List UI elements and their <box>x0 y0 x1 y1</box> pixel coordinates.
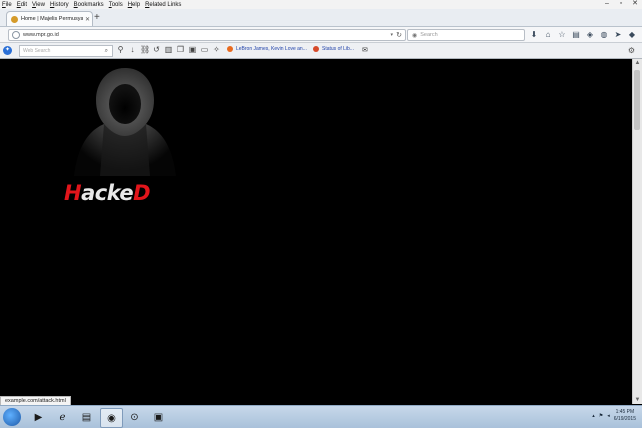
hooded-hacker-image <box>74 68 176 176</box>
reload-icon[interactable]: ↻ <box>396 31 402 39</box>
home-icon[interactable]: ⌂ <box>544 30 552 39</box>
clipboard-icon[interactable]: ▤ <box>572 30 580 39</box>
menu-edit[interactable]: Edit <box>15 2 30 8</box>
arrow-down-icon[interactable]: ↓ <box>128 45 137 55</box>
tab-title: Home | Majelis Permusyaw... <box>21 16 83 22</box>
clock-date: 6/19/2015 <box>613 416 636 422</box>
link-icon[interactable]: ⛓ <box>140 45 150 55</box>
translate-icon[interactable]: ⚲ <box>116 45 125 55</box>
scroll-thumb[interactable] <box>634 70 640 130</box>
window-controls: – ▫ ✕ <box>602 0 640 8</box>
scroll-up-icon[interactable]: ▲ <box>633 60 642 66</box>
vertical-scrollbar[interactable]: ▲ ▼ <box>632 59 642 404</box>
site-favicon-icon <box>11 15 18 23</box>
bookmark-item-status[interactable]: Status of Lib... <box>313 46 354 52</box>
tab-home[interactable]: Home | Majelis Permusyaw... ✕ <box>6 11 93 26</box>
chat-icon[interactable]: ◍ <box>600 30 608 39</box>
minimize-icon[interactable]: – <box>602 0 612 8</box>
volume-icon[interactable]: ◂ <box>607 413 610 419</box>
hacked-logo-text: HackeD <box>64 181 151 205</box>
media-player-icon[interactable]: ▶ <box>28 408 49 426</box>
menu-view[interactable]: View <box>30 2 48 8</box>
send-icon[interactable]: ➤ <box>614 30 622 39</box>
toolbar-logo-icon[interactable]: ✦ <box>3 46 12 55</box>
menu-bar: File Edit View History Bookmarks Tools H… <box>0 0 642 9</box>
bookmark-item-lebron[interactable]: LeBron James, Kevin Love an... <box>227 46 307 52</box>
gear-icon[interactable]: ⚙ <box>628 46 635 55</box>
globe-icon <box>12 31 20 39</box>
close-tab-icon[interactable]: ✕ <box>85 16 90 23</box>
search-placeholder: Search <box>420 32 438 38</box>
document-icon[interactable]: ▥ <box>164 45 173 55</box>
address-bar[interactable]: www.mpr.go.id ▾ ↻ <box>8 29 406 41</box>
bookmark-star-icon[interactable]: ☆ <box>558 30 566 39</box>
tray-arrow-icon[interactable]: ▴ <box>592 413 595 419</box>
menu-tools[interactable]: Tools <box>107 2 126 8</box>
menu-help[interactable]: Help <box>126 2 143 8</box>
search-icon[interactable]: ⌕ <box>105 48 108 55</box>
tab-strip: Home | Majelis Permusyaw... ✕ + <box>0 9 642 27</box>
search-engine-icon[interactable]: ◉ <box>412 32 417 39</box>
share-icon[interactable]: ✧ <box>212 45 221 55</box>
web-search-input[interactable]: Web Search ⌕ <box>19 45 113 57</box>
screen-icon[interactable]: ▭ <box>200 45 209 55</box>
close-window-icon[interactable]: ✕ <box>630 0 640 8</box>
internet-explorer-icon[interactable]: ℯ <box>52 408 73 426</box>
scroll-down-icon[interactable]: ▼ <box>633 397 642 403</box>
bookmark-label: LeBron James, Kevin Love an... <box>236 46 307 52</box>
address-url[interactable]: www.mpr.go.id <box>23 32 59 38</box>
menu-bookmarks[interactable]: Bookmarks <box>72 2 107 8</box>
app-window-icon[interactable]: ▣ <box>148 408 169 426</box>
addon-toolbar: ✦ Web Search ⌕ ⚲ ↓ ⛓ ↺ ▥ ❐ ▣ ▭ ✧ LeBron … <box>0 43 642 59</box>
pocket-icon[interactable]: ◈ <box>586 30 594 39</box>
bookmark-favicon-icon <box>313 46 319 52</box>
web-search-placeholder: Web Search <box>23 48 51 54</box>
gmail-icon[interactable]: ✉ <box>362 46 368 54</box>
toolbar-icons: ⚲ ↓ ⛓ ↺ ▥ ❐ ▣ ▭ ✧ <box>116 45 221 55</box>
taskbar: ▶ ℯ ▤ ◉ ⊙ ▣ ▴ ⚑ ◂ 1:45 PM 6/19/2015 <box>0 405 642 428</box>
clock-time: 1:45 PM <box>615 409 635 415</box>
download-icon[interactable]: ⬇ <box>530 30 538 39</box>
new-tab-icon[interactable]: + <box>94 12 100 24</box>
nav-icons: ⬇ ⌂ ☆ ▤ ◈ ◍ ➤ ◆ ☰ <box>530 30 642 39</box>
menu-file[interactable]: File <box>0 2 15 8</box>
chevron-down-icon[interactable]: ▾ <box>390 32 393 38</box>
refresh-icon[interactable]: ↺ <box>152 45 161 55</box>
maximize-icon[interactable]: ▫ <box>616 0 626 8</box>
firefox-taskbar-icon[interactable]: ◉ <box>100 408 123 428</box>
bookmark-label: Status of Lib... <box>322 46 354 52</box>
file-explorer-icon[interactable]: ▤ <box>76 408 97 426</box>
shield-icon[interactable]: ◆ <box>628 30 636 39</box>
flag-icon[interactable]: ⚑ <box>599 413 603 419</box>
clock[interactable]: 1:45 PM 6/19/2015 <box>614 409 636 423</box>
network-icon[interactable]: ⊙ <box>124 408 145 426</box>
start-button[interactable] <box>3 408 21 426</box>
copy-icon[interactable]: ❐ <box>176 45 185 55</box>
print-icon[interactable]: ▣ <box>188 45 197 55</box>
search-bar[interactable]: ◉ Search <box>407 29 525 41</box>
firefox-icon <box>227 46 233 52</box>
menu-history[interactable]: History <box>48 2 72 8</box>
menu-related-links[interactable]: Related Links <box>143 2 184 8</box>
system-tray: ▴ ⚑ ◂ 1:45 PM 6/19/2015 <box>592 409 636 423</box>
navigation-bar: www.mpr.go.id ▾ ↻ ◉ Search ⬇ ⌂ ☆ ▤ ◈ ◍ ➤… <box>0 27 642 43</box>
